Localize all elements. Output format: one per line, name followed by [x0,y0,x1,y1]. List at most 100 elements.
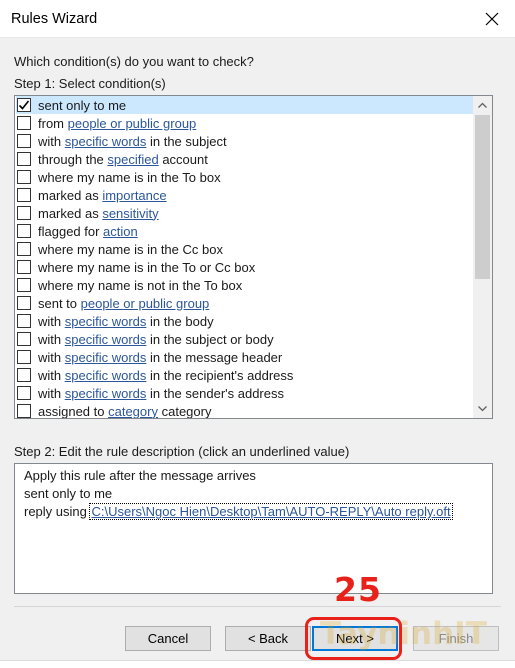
condition-text-after: in the sender's address [146,385,284,401]
condition-link[interactable]: action [103,224,138,239]
condition-checkbox[interactable] [17,350,31,364]
condition-text-after: in the subject or body [146,331,274,347]
condition-text: with specific words in the recipient's a… [38,368,293,383]
condition-link[interactable]: specific words [65,314,147,329]
condition-link[interactable]: specified [107,152,158,167]
condition-checkbox[interactable] [17,260,31,274]
condition-text-before: flagged for [38,223,104,239]
condition-link[interactable]: category [108,404,158,419]
condition-text-after: in the body [146,313,214,329]
description-line: reply using C:\Users\Ngoc Hien\Desktop\T… [24,503,483,521]
conditions-list: sent only to me from people or public gro… [16,96,474,419]
condition-text-before: with [38,349,65,365]
condition-text-before: where my name is in the To or Cc box [38,259,256,275]
condition-row[interactable]: marked as importance [16,186,474,204]
condition-row[interactable]: with specific words in the sender's addr… [16,384,474,402]
condition-checkbox[interactable] [17,368,31,382]
condition-link[interactable]: people or public group [68,116,197,131]
condition-checkbox[interactable] [17,242,31,256]
condition-text: sent only to me [38,98,126,113]
condition-checkbox[interactable] [17,170,31,184]
condition-text: assigned to category category [38,404,211,419]
condition-text-before: with [38,331,65,347]
condition-link[interactable]: specific words [65,350,147,365]
condition-text-after: category [157,403,212,419]
condition-text-before: from [38,115,68,131]
condition-checkbox[interactable] [17,386,31,400]
condition-text: flagged for action [38,224,138,239]
close-button[interactable] [469,0,515,38]
scroll-up-button[interactable] [473,96,492,114]
condition-row[interactable]: where my name is in the To or Cc box [16,258,474,276]
description-prefix: reply using [24,504,91,519]
template-path-link[interactable]: C:\Users\Ngoc Hien\Desktop\Tam\AUTO-REPL… [89,503,453,520]
condition-row[interactable]: assigned to category category [16,402,474,419]
condition-checkbox[interactable] [17,404,31,418]
background-window-strip [0,660,515,668]
condition-checkbox[interactable] [17,152,31,166]
condition-row[interactable]: flagged for action [16,222,474,240]
conditions-listbox[interactable]: sent only to me from people or public gro… [14,95,493,419]
condition-text-before: where my name is in the To box [38,169,221,185]
condition-link[interactable]: specific words [65,368,147,383]
condition-text: with specific words in the message heade… [38,350,282,365]
condition-link[interactable]: specific words [65,134,147,149]
description-line: Apply this rule after the message arrive… [24,468,256,483]
condition-row[interactable]: where my name is in the To box [16,168,474,186]
condition-row[interactable]: with specific words in the subject or bo… [16,330,474,348]
condition-checkbox[interactable] [17,116,31,130]
condition-text: marked as importance [38,188,167,203]
step-number-annotation: 25 [334,570,382,609]
condition-link[interactable]: sensitivity [102,206,158,221]
back-button[interactable]: < Back [225,626,311,651]
condition-text: with specific words in the subject [38,134,227,149]
condition-link[interactable]: specific words [65,332,147,347]
condition-row[interactable]: with specific words in the subject [16,132,474,150]
condition-text: with specific words in the subject or bo… [38,332,274,347]
scroll-thumb[interactable] [475,115,490,279]
condition-text: through the specified account [38,152,208,167]
condition-row[interactable]: sent to people or public group [16,294,474,312]
condition-checkbox[interactable] [17,134,31,148]
scroll-down-button[interactable] [473,400,492,418]
condition-text-after: account [158,151,208,167]
condition-row[interactable]: with specific words in the message heade… [16,348,474,366]
condition-checkbox[interactable] [17,332,31,346]
description-line: sent only to me [24,486,113,501]
condition-text: where my name is in the Cc box [38,242,223,257]
condition-row[interactable]: with specific words in the body [16,312,474,330]
condition-checkbox[interactable] [17,278,31,292]
vertical-scrollbar[interactable] [473,96,492,418]
condition-row[interactable]: with specific words in the recipient's a… [16,366,474,384]
condition-text-after: in the message header [146,349,283,365]
rule-description-box: Apply this rule after the message arrive… [14,463,493,594]
condition-link[interactable]: importance [102,188,166,203]
next-button-highlight [305,617,402,660]
step2-label: Step 2: Edit the rule description (click… [14,444,350,459]
condition-link[interactable]: specific words [65,386,147,401]
condition-text: with specific words in the body [38,314,214,329]
condition-checkbox[interactable] [17,224,31,238]
condition-row[interactable]: sent only to me [16,96,474,114]
condition-checkbox[interactable] [17,314,31,328]
condition-checkbox[interactable] [17,188,31,202]
condition-row[interactable]: marked as sensitivity [16,204,474,222]
condition-text-before: sent only to me [38,97,127,113]
condition-text: sent to people or public group [38,296,209,311]
condition-text-before: where my name is not in the To box [38,277,243,293]
condition-row[interactable]: where my name is not in the To box [16,276,474,294]
step1-label: Step 1: Select condition(s) [14,76,166,91]
condition-checkbox[interactable] [17,296,31,310]
cancel-button[interactable]: Cancel [125,626,211,651]
chevron-down-icon [478,406,487,412]
condition-text: where my name is not in the To box [38,278,242,293]
condition-row[interactable]: from people or public group [16,114,474,132]
condition-text: with specific words in the sender's addr… [38,386,284,401]
condition-row[interactable]: through the specified account [16,150,474,168]
chevron-up-icon [478,102,487,108]
condition-link[interactable]: people or public group [81,296,210,311]
condition-text-before: assigned to [38,403,109,419]
condition-checkbox[interactable] [17,98,31,112]
condition-checkbox[interactable] [17,206,31,220]
condition-row[interactable]: where my name is in the Cc box [16,240,474,258]
